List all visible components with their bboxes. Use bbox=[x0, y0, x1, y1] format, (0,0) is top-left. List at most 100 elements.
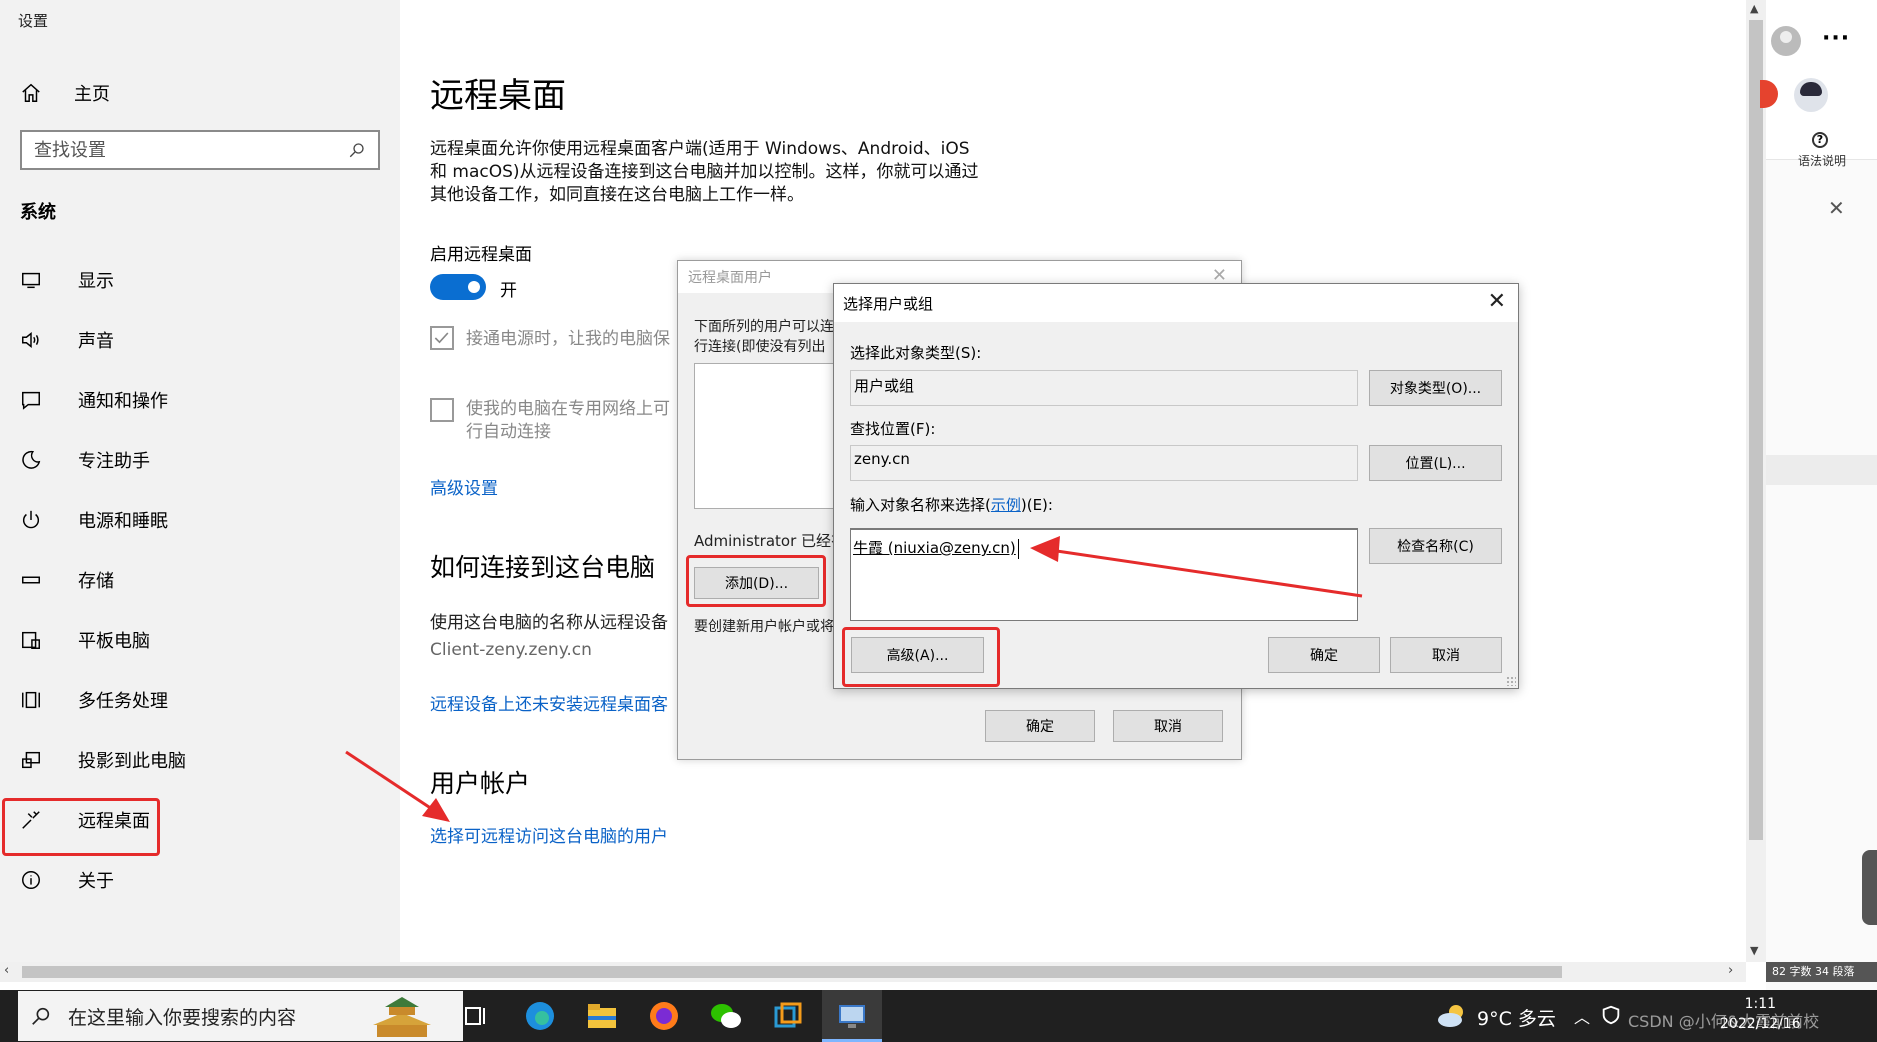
sidebar-home[interactable]: 主页 bbox=[20, 80, 110, 106]
search-icon bbox=[32, 1007, 50, 1025]
scroll-right-arrow-icon[interactable]: › bbox=[1728, 963, 1733, 978]
close-icon[interactable]: ✕ bbox=[1488, 289, 1506, 314]
power-icon bbox=[22, 510, 40, 529]
sidebar-item-project[interactable]: 投影到此电脑 bbox=[0, 730, 400, 790]
select-users-link[interactable]: 选择可远程访问这台电脑的用户 bbox=[430, 822, 668, 847]
task-view-icon[interactable] bbox=[458, 998, 494, 1034]
keep-awake-checkbox[interactable] bbox=[430, 326, 454, 350]
shield-icon[interactable] bbox=[1600, 1004, 1622, 1026]
sidebar-item-label: 存储 bbox=[78, 571, 114, 592]
sidebar-item-notifications[interactable]: 通知和操作 bbox=[0, 370, 400, 430]
location-label: 查找位置(F): bbox=[850, 420, 936, 438]
wechat-icon[interactable] bbox=[708, 998, 744, 1034]
search-icon[interactable] bbox=[348, 141, 366, 159]
vmware-icon[interactable] bbox=[770, 998, 806, 1034]
highlight-add-button bbox=[686, 555, 826, 607]
sidebar-item-focus-assist[interactable]: 专注助手 bbox=[0, 430, 400, 490]
object-names-input[interactable]: 牛霞 (niuxia@zeny.cn) bbox=[850, 528, 1358, 621]
close-icon[interactable]: ✕ bbox=[1828, 196, 1845, 220]
taskbar-search[interactable]: 在这里输入你要搜索的内容 bbox=[18, 991, 463, 1041]
object-type-field: 用户或组 bbox=[850, 370, 1358, 406]
dialog-title: 选择用户或组 bbox=[843, 294, 934, 313]
more-options-icon[interactable]: ··· bbox=[1822, 26, 1850, 51]
background-band bbox=[1766, 455, 1877, 485]
users-listbox[interactable] bbox=[694, 363, 844, 509]
sidebar-item-display[interactable]: 显示 bbox=[0, 250, 400, 310]
sidebar-item-storage[interactable]: 存储 bbox=[0, 550, 400, 610]
ok-button[interactable]: 确定 bbox=[1268, 637, 1380, 673]
dialog-title: 远程桌面用户 bbox=[688, 270, 772, 286]
discoverable-text: 使我的电脑在专用网络上可 行自动连接 bbox=[466, 398, 670, 444]
discoverable-checkbox[interactable] bbox=[430, 398, 454, 422]
sidebar-item-about[interactable]: 关于 bbox=[0, 850, 400, 910]
discoverable-text-line: 行自动连接 bbox=[466, 422, 551, 442]
side-handle[interactable] bbox=[1862, 850, 1877, 925]
sidebar-item-power[interactable]: 电源和睡眠 bbox=[0, 490, 400, 550]
sidebar-item-label: 平板电脑 bbox=[78, 631, 150, 652]
sidebar-item-label: 显示 bbox=[78, 271, 114, 292]
firefox-icon[interactable] bbox=[646, 998, 682, 1034]
help-icon[interactable]: ? bbox=[1812, 132, 1828, 148]
help-label[interactable]: 语法说明 bbox=[1798, 152, 1846, 169]
description-line: 远程桌面允许你使用远程桌面客户端(适用于 Windows、Android、iOS bbox=[430, 139, 970, 159]
window-title: 设置 bbox=[18, 12, 49, 30]
sidebar-item-multitasking[interactable]: 多任务处理 bbox=[0, 670, 400, 730]
info-icon bbox=[22, 871, 40, 889]
advanced-settings-link[interactable]: 高级设置 bbox=[430, 474, 498, 499]
object-type-label: 选择此对象类型(S): bbox=[850, 344, 982, 362]
settings-search[interactable] bbox=[20, 130, 380, 170]
project-icon bbox=[22, 751, 40, 769]
vertical-scrollbar[interactable]: ▲ ▼ bbox=[1746, 0, 1766, 962]
user-accounts-heading: 用户帐户 bbox=[430, 769, 531, 798]
remote-desktop-connection-icon[interactable] bbox=[834, 998, 870, 1034]
highlight-advanced-button bbox=[842, 627, 1000, 687]
text-caret bbox=[1017, 538, 1019, 559]
create-account-text: 要创建新用户帐户或将 bbox=[694, 619, 834, 635]
users-description-line: 行连接(即使没有列出 bbox=[694, 339, 826, 355]
examples-link[interactable]: 示例 bbox=[991, 496, 1021, 514]
multitask-icon bbox=[22, 691, 40, 709]
location-field: zeny.cn bbox=[850, 445, 1358, 481]
active-app-tab[interactable] bbox=[822, 990, 882, 1042]
avatar[interactable] bbox=[1771, 26, 1801, 56]
chevron-up-icon[interactable]: ︿ bbox=[1574, 1004, 1590, 1028]
enter-names-label-suffix: )(E): bbox=[1020, 496, 1053, 514]
check-names-button[interactable]: 检查名称(C) bbox=[1369, 528, 1502, 564]
no-client-link[interactable]: 远程设备上还未安装远程桌面客 bbox=[430, 690, 668, 715]
highlight-remote-desktop-nav bbox=[2, 798, 160, 856]
horizontal-scroll-thumb[interactable] bbox=[22, 966, 1562, 978]
sidebar-item-tablet[interactable]: 平板电脑 bbox=[0, 610, 400, 670]
sidebar-item-sound[interactable]: 声音 bbox=[0, 310, 400, 370]
object-types-button[interactable]: 对象类型(O)... bbox=[1369, 370, 1502, 406]
page-title: 远程桌面 bbox=[430, 76, 566, 116]
admin-access-text: Administrator 已经有 bbox=[694, 532, 847, 550]
resize-grip[interactable] bbox=[1506, 676, 1516, 686]
user-avatar[interactable] bbox=[1794, 78, 1828, 112]
toggle-state-label: 开 bbox=[500, 281, 517, 301]
settings-search-input[interactable] bbox=[34, 139, 348, 161]
weather-text[interactable]: 9°C 多云 bbox=[1477, 1004, 1556, 1031]
enable-remote-desktop-toggle[interactable] bbox=[430, 274, 486, 300]
sidebar-item-label: 通知和操作 bbox=[78, 391, 168, 412]
ok-button[interactable]: 确定 bbox=[985, 710, 1095, 742]
cancel-button[interactable]: 取消 bbox=[1390, 637, 1502, 673]
speaker-icon bbox=[22, 332, 39, 348]
horizontal-scrollbar[interactable]: ‹ › bbox=[0, 962, 1746, 982]
enter-names-label-text: 输入对象名称来选择( bbox=[850, 496, 991, 514]
edge-icon[interactable] bbox=[522, 998, 558, 1034]
how-to-connect-heading: 如何连接到这台电脑 bbox=[430, 553, 656, 582]
discoverable-text-line: 使我的电脑在专用网络上可 bbox=[466, 399, 670, 419]
locations-button[interactable]: 位置(L)... bbox=[1369, 445, 1502, 481]
word-count-status: 82 字数 34 段落 bbox=[1766, 962, 1877, 982]
scroll-left-arrow-icon[interactable]: ‹ bbox=[4, 963, 9, 978]
entered-object-name: 牛霞 (niuxia@zeny.cn) bbox=[853, 539, 1016, 557]
sidebar-item-label: 关于 bbox=[78, 871, 114, 892]
scroll-up-arrow-icon[interactable]: ▲ bbox=[1750, 2, 1758, 15]
file-explorer-icon[interactable] bbox=[584, 998, 620, 1034]
storage-icon bbox=[22, 576, 40, 584]
cancel-button[interactable]: 取消 bbox=[1113, 710, 1223, 742]
pagoda-icon bbox=[373, 997, 431, 1037]
scroll-down-arrow-icon[interactable]: ▼ bbox=[1750, 944, 1758, 957]
sidebar-item-label: 电源和睡眠 bbox=[78, 511, 168, 532]
vertical-scroll-thumb[interactable] bbox=[1749, 20, 1763, 840]
